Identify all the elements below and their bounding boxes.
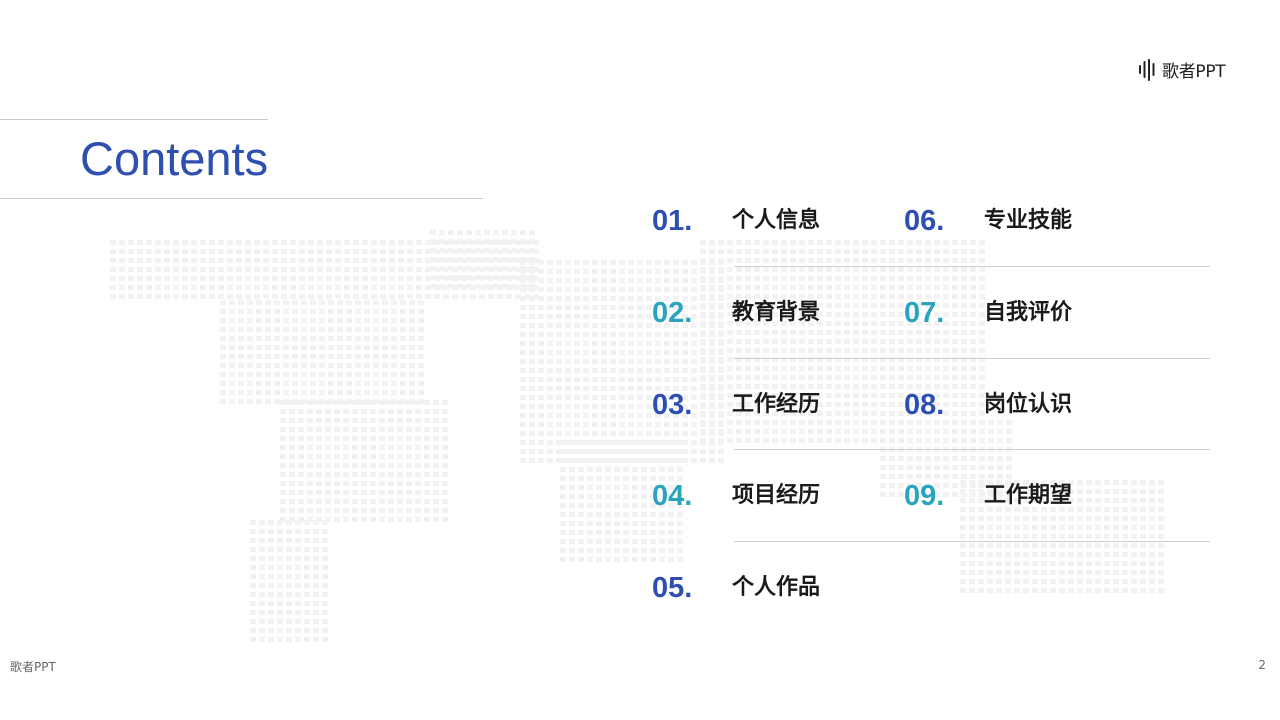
title-divider-top [0, 119, 268, 120]
toc-label: 个人作品 [732, 575, 821, 600]
toc-label: 专业技能 [984, 208, 1073, 233]
footer-brand: 歌者PPT [10, 660, 56, 674]
title-divider-bottom [0, 198, 483, 199]
toc-number: 03. [652, 389, 693, 421]
brand-text: 歌者PPT [1162, 62, 1226, 82]
page-title: Contents [80, 132, 269, 185]
toc-label: 自我评价 [984, 300, 1073, 325]
row-divider [734, 449, 1210, 450]
toc-label: 工作经历 [732, 392, 821, 417]
row-divider [734, 541, 1210, 542]
row-divider [734, 358, 1210, 359]
toc-number: 02. [652, 297, 693, 329]
toc-number: 06. [904, 205, 945, 237]
toc-number: 04. [652, 480, 693, 512]
slide: 歌者PPT Contents 01. 个人信息 02. 教育背景 03. 工作经… [0, 0, 1280, 720]
toc-label: 教育背景 [732, 300, 821, 325]
brand-logo: 歌者PPT [1137, 57, 1226, 82]
toc-number: 01. [652, 205, 693, 237]
toc-label: 工作期望 [984, 483, 1073, 508]
toc-number: 08. [904, 389, 945, 421]
row-divider [734, 266, 1210, 267]
world-map-background [110, 230, 1164, 642]
toc-label: 个人信息 [732, 208, 821, 233]
toc-number: 07. [904, 297, 945, 329]
toc-number: 09. [904, 480, 945, 512]
microphone-icon [1139, 58, 1155, 81]
toc-label: 岗位认识 [984, 392, 1073, 417]
toc-label: 项目经历 [732, 483, 821, 508]
toc-number: 05. [652, 572, 693, 604]
page-number: 2 [1258, 658, 1266, 672]
